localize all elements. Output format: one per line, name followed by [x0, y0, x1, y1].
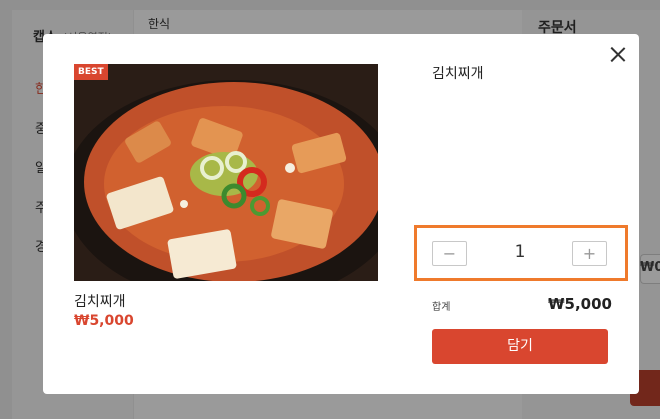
best-badge: BEST — [74, 64, 108, 80]
quantity-minus-button[interactable]: − — [432, 241, 467, 266]
close-icon[interactable] — [607, 44, 629, 66]
add-to-order-button[interactable]: 담기 — [432, 329, 608, 364]
kimchi-stew-photo — [74, 64, 378, 281]
total-label: 합계 — [432, 302, 451, 313]
item-price: ₩5,000 — [74, 313, 134, 329]
item-name: 김치찌개 — [74, 294, 126, 310]
quantity-value: 1 — [514, 242, 526, 262]
quantity-plus-button[interactable]: + — [572, 241, 607, 266]
total-value: ₩5,000 — [548, 295, 612, 313]
detail-item-name: 김치찌개 — [432, 66, 484, 82]
